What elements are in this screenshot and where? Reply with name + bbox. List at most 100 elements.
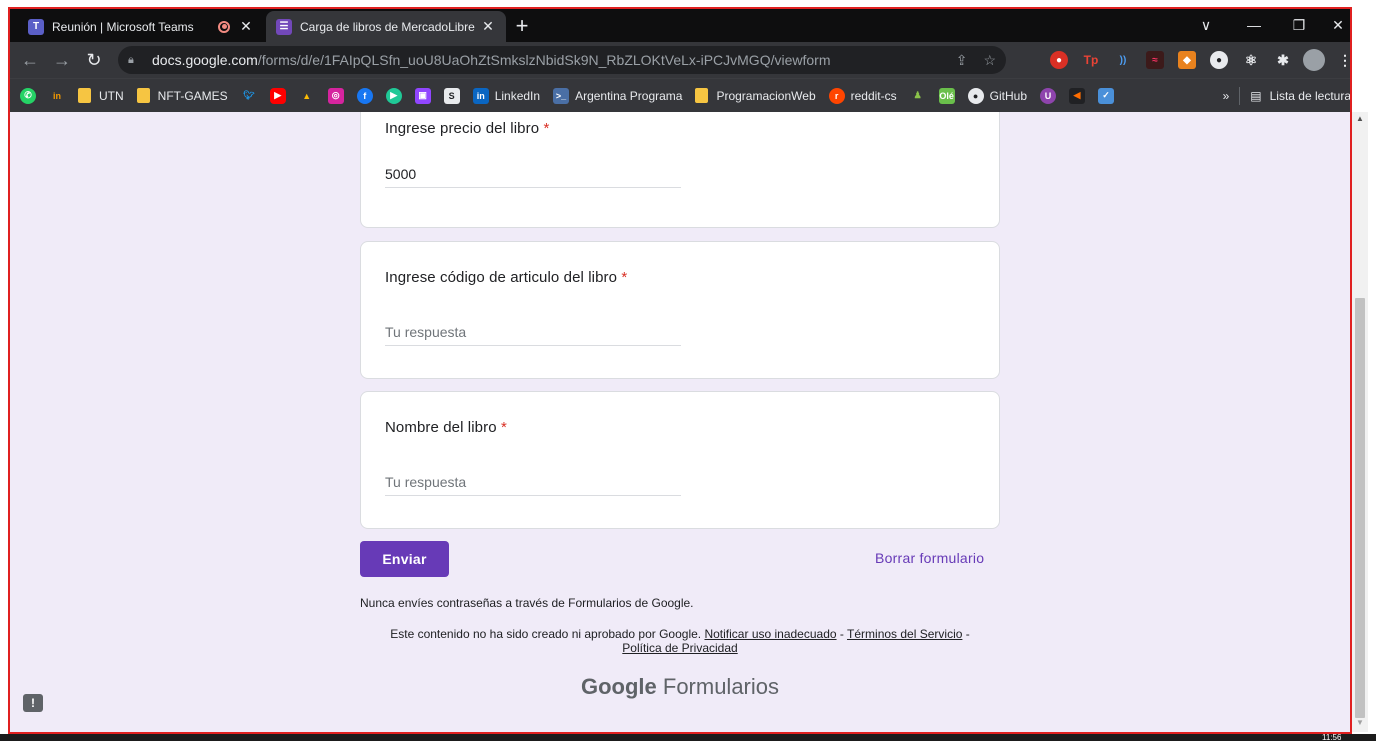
ublock-icon[interactable]: ● <box>1050 51 1068 69</box>
linkedin-icon: in <box>472 87 489 104</box>
share-icon[interactable]: ⇪ <box>956 52 968 69</box>
bookmark-label: GitHub <box>989 88 1027 103</box>
s-icon: S <box>443 87 460 104</box>
report-feedback-icon[interactable]: ! <box>23 694 43 712</box>
bookmark-check[interactable]: ✓ <box>1098 87 1114 104</box>
tab-teams[interactable]: T Reunión | Microsoft Teams ✕ <box>18 11 264 42</box>
extension-chevrons-icon[interactable]: ≈ <box>1146 51 1164 69</box>
disclaimer: Este contenido no ha sido creado ni apro… <box>360 627 1000 655</box>
toolbar: ← → ↻ 🔒︎ docs.google.com /forms/d/e/1FAI… <box>10 42 1354 78</box>
reading-list-label[interactable]: Lista de lectura <box>1270 89 1351 103</box>
bookmark-twitch[interactable]: ▣ <box>414 87 431 104</box>
close-window-icon[interactable]: ✕ <box>1322 13 1354 37</box>
extensions-puzzle-icon[interactable]: ✱ <box>1274 51 1292 69</box>
bookmark-in[interactable]: in <box>49 88 65 104</box>
new-tab-button[interactable]: + <box>510 14 534 38</box>
brand-google: Google <box>580 674 657 699</box>
tab-forms[interactable]: ☰ Carga de libros de MercadoLibre ✕ <box>266 11 506 42</box>
bookmark-arrow[interactable]: ◀ <box>1069 87 1085 104</box>
in-icon: in <box>53 90 61 101</box>
tab-search-icon[interactable]: ∨ <box>1190 13 1222 37</box>
bookmark-ole[interactable]: Olé <box>938 87 955 104</box>
close-tab-icon[interactable]: ✕ <box>480 18 496 35</box>
bookmark-github[interactable]: ● GitHub <box>967 87 1027 104</box>
metamask-icon[interactable]: ◆ <box>1178 51 1196 69</box>
profile-avatar[interactable] <box>1303 49 1325 71</box>
report-abuse-link[interactable]: Notificar uso inadecuado <box>704 627 836 641</box>
browser-chrome: T Reunión | Microsoft Teams ✕ ☰ Carga de… <box>10 9 1354 112</box>
u-icon: U <box>1040 87 1056 104</box>
tab-title: Reunión | Microsoft Teams <box>52 19 194 34</box>
bookmark-u[interactable]: U <box>1040 87 1056 104</box>
bookmark-folder-programacionweb[interactable]: ProgramacionWeb <box>695 88 816 103</box>
teams-icon: T <box>28 18 44 35</box>
bookmark-s[interactable]: S <box>443 87 460 104</box>
bookmark-folder-utn[interactable]: UTN <box>78 88 124 103</box>
restore-icon[interactable]: ❐ <box>1283 13 1315 37</box>
bookmark-label: ProgramacionWeb <box>716 88 816 103</box>
ole-icon: Olé <box>938 87 955 104</box>
scroll-up-icon[interactable]: ▲ <box>1352 112 1368 126</box>
terminal-icon: >_ <box>553 87 570 104</box>
bookmark-instagram[interactable]: ◎ <box>327 87 344 104</box>
url-host: docs.google.com <box>152 52 258 68</box>
menu-kebab-icon[interactable]: ⋮ <box>1336 51 1354 69</box>
bookmark-twitter[interactable]: 🐦︎ <box>241 88 257 104</box>
bookmark-star-icon[interactable]: ☆ <box>983 52 996 69</box>
tab-title: Carga de libros de MercadoLibre <box>300 19 475 34</box>
taskbar <box>0 734 1376 741</box>
submit-button[interactable]: Enviar <box>360 541 449 577</box>
scrollbar-thumb[interactable] <box>1355 298 1365 718</box>
required-asterisk: * <box>543 120 550 137</box>
terms-link[interactable]: Términos del Servicio <box>847 627 962 641</box>
form-page: Ingrese precio del libro * 5000 Ingrese … <box>10 112 1351 732</box>
github-icon: ● <box>967 87 984 104</box>
minimize-icon[interactable]: — <box>1238 13 1270 37</box>
bookmark-argentina-programa[interactable]: >_ Argentina Programa <box>553 87 682 104</box>
question-title: Ingrese código de articulo del libro * <box>385 269 628 286</box>
bookmark-folder-nft[interactable]: NFT-GAMES <box>136 88 228 103</box>
privacy-link[interactable]: Política de Privacidad <box>622 641 737 655</box>
bookmarks-bar: ✆ in UTN NFT-GAMES 🐦︎ ▶ ▲ ◎ f ▶ ▣ S in Li… <box>10 78 1351 112</box>
react-devtools-icon[interactable]: ⚛ <box>1242 51 1260 69</box>
close-tab-icon[interactable]: ✕ <box>238 18 254 35</box>
youtube-icon: ▶ <box>269 87 286 104</box>
facebook-icon: f <box>356 87 373 104</box>
bookmark-reddit[interactable]: r reddit-cs <box>828 87 897 104</box>
bookmark-player[interactable]: ▶ <box>385 87 402 104</box>
article-code-input[interactable]: Tu respuesta <box>385 320 681 346</box>
reload-icon[interactable]: ↻ <box>82 48 106 72</box>
screen: T Reunión | Microsoft Teams ✕ ☰ Carga de… <box>0 0 1376 741</box>
circle-extension-icon[interactable]: ● <box>1210 51 1228 69</box>
arrow-icon: ◀ <box>1069 87 1085 104</box>
google-drive-icon: ▲ <box>302 90 312 101</box>
price-input[interactable]: 5000 <box>385 162 681 188</box>
folder-icon <box>136 88 150 103</box>
bookmark-facebook[interactable]: f <box>356 87 373 104</box>
address-bar[interactable]: 🔒︎ docs.google.com /forms/d/e/1FAIpQLSfn… <box>118 46 1006 74</box>
bookmark-linkedin[interactable]: in LinkedIn <box>472 87 540 104</box>
page-scrollbar[interactable]: ▲ ▼ <box>1352 112 1368 732</box>
bookmarks-overflow-icon[interactable]: » <box>1223 89 1230 103</box>
bookmark-drive[interactable]: ▲ <box>299 88 315 104</box>
play-circle-icon: ▶ <box>385 87 402 104</box>
password-warning: Nunca envíes contraseñas a través de For… <box>360 596 694 610</box>
forward-icon[interactable]: → <box>50 48 74 72</box>
reading-list-icon[interactable]: ▤ <box>1250 89 1261 103</box>
back-icon[interactable]: ← <box>18 48 42 72</box>
clear-form-button[interactable]: Borrar formulario <box>875 550 984 566</box>
google-forms-logo[interactable]: Google Formularios <box>360 674 1000 700</box>
bookmark-youtube[interactable]: ▶ <box>269 87 286 104</box>
bookmark-whatsapp[interactable]: ✆ <box>20 87 36 104</box>
tp-extension-icon[interactable]: Tp <box>1082 51 1100 69</box>
lock-icon: 🔒︎ <box>128 53 134 66</box>
whatsapp-icon: ✆ <box>20 87 36 104</box>
bookmark-figure[interactable]: ♟ <box>910 88 926 104</box>
scroll-down-icon[interactable]: ▼ <box>1352 716 1368 730</box>
twitter-icon: 🐦︎ <box>242 90 255 100</box>
audio-extension-icon[interactable]: )) <box>1114 51 1132 69</box>
separator: - <box>965 627 970 641</box>
bookmark-label: UTN <box>99 88 124 103</box>
twitch-icon: ▣ <box>414 87 431 104</box>
book-name-input[interactable]: Tu respuesta <box>385 470 681 496</box>
